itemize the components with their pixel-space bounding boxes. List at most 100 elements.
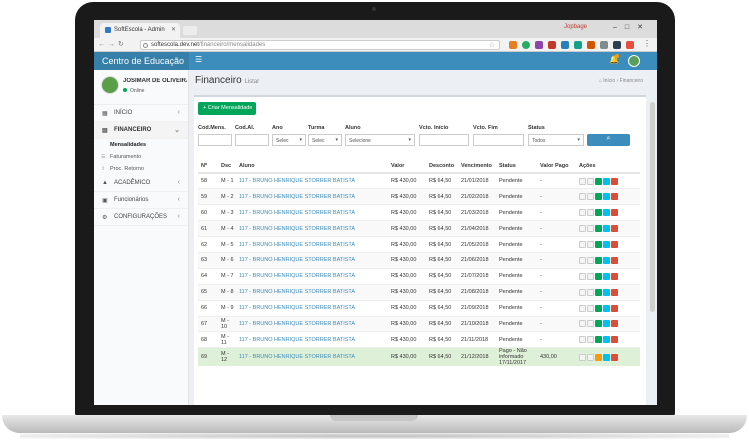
vcto-fim-input[interactable] [473,134,524,146]
cell-aluno[interactable]: 117 - BRUNO HENRIQUE STORRER BATISTA [236,220,388,237]
table-row[interactable]: 60 M - 3 117 - BRUNO HENRIQUE STORRER BATI… [198,204,640,221]
turma-select[interactable]: Selec ▾ [308,134,342,146]
extension-icon[interactable] [535,41,543,49]
edit-icon[interactable] [603,225,610,233]
delete-icon[interactable] [611,320,618,328]
money-icon[interactable] [595,256,602,264]
table-row[interactable]: 66 M - 9 117 - BRUNO HENRIQUE STORRER BATI… [198,299,640,317]
extension-icon[interactable] [509,41,517,49]
cod-mens-input[interactable] [198,134,232,146]
delete-icon[interactable] [611,288,618,296]
document-icon[interactable] [579,288,586,296]
new-tab-button[interactable] [183,26,197,35]
sidebar-item-configuracoes[interactable]: ⚙ CONFIGURAÇÕES ‹ [94,209,188,226]
cell-aluno[interactable]: 117 - BRUNO HENRIQUE STORRER BATISTA [236,204,388,221]
table-row[interactable]: 64 M - 7 117 - BRUNO HENRIQUE STORRER BATI… [198,267,640,285]
avatar[interactable] [628,55,640,67]
cell-aluno[interactable]: 117 - BRUNO HENRIQUE STORRER BATISTA [236,251,388,269]
delete-icon[interactable] [611,193,618,201]
list-icon[interactable] [587,256,594,264]
document-icon[interactable] [579,320,586,328]
breadcrumb-home[interactable]: Início [603,78,615,84]
cell-aluno[interactable]: 117 - BRUNO HENRIQUE STORRER BATISTA [236,267,388,285]
extension-icon[interactable] [626,41,634,49]
table-row[interactable]: 59 M - 2 117 - BRUNO HENRIQUE STORRER BATI… [198,188,640,205]
ano-select[interactable]: Selec ▾ [272,134,306,146]
delete-icon[interactable] [611,209,618,217]
extension-icon[interactable] [613,41,621,49]
edit-icon[interactable] [603,304,610,312]
close-icon[interactable]: ✕ [171,26,176,33]
money-icon[interactable] [595,241,602,248]
cell-aluno[interactable]: 117 - BRUNO HENRIQUE STORRER BATISTA [236,236,388,253]
aluno-select[interactable]: Selecione ▾ [345,134,415,146]
money-icon[interactable] [595,304,602,312]
nav-buttons[interactable]: ←→↻ [98,40,127,48]
edit-icon[interactable] [603,272,610,280]
list-icon[interactable] [587,241,594,248]
money-icon[interactable] [595,193,602,201]
sidebar-item-funcionarios[interactable]: ▣ Funcionários ‹ [94,192,188,209]
table-row[interactable]: 58 M - 1 117 - BRUNO HENRIQUE STORRER BATI… [198,172,640,189]
list-icon[interactable] [587,304,594,312]
edit-icon[interactable] [603,241,610,248]
document-icon[interactable] [579,304,586,312]
sidebar-subitem-proc-retorno[interactable]: ⇪ Proc. Retorno [94,163,188,175]
document-icon[interactable] [579,336,586,344]
list-icon[interactable] [587,209,594,217]
edit-icon[interactable] [603,320,610,328]
extension-icon[interactable] [574,41,582,49]
list-icon[interactable] [587,353,594,361]
delete-icon[interactable] [611,336,618,344]
list-icon[interactable] [587,177,594,185]
cell-aluno[interactable]: 117 - BRUNO HENRIQUE STORRER BATISTA [236,315,388,332]
document-icon[interactable] [579,225,586,233]
extension-icon[interactable] [600,41,608,49]
document-icon[interactable] [579,209,586,217]
hamburger-icon[interactable]: ☰ [195,55,202,64]
create-mensalidade-button[interactable]: + Criar Mensalidade [198,102,256,115]
window-controls[interactable]: –□✕ [613,23,651,31]
document-icon[interactable] [579,177,586,185]
table-row[interactable]: 61 M - 4 117 - BRUNO HENRIQUE STORRER BATI… [198,220,640,237]
sidebar-subitem-mensalidades[interactable]: Mensalidades [94,139,188,151]
document-icon[interactable] [579,193,586,201]
cell-aluno[interactable]: 117 - BRUNO HENRIQUE STORRER BATISTA [236,283,388,301]
table-row[interactable]: 63 M - 6 117 - BRUNO HENRIQUE STORRER BATI… [198,251,640,269]
delete-icon[interactable] [611,177,618,185]
table-row[interactable]: 62 M - 5 117 - BRUNO HENRIQUE STORRER BATI… [198,236,640,253]
menu-icon[interactable]: ⋮ [643,39,651,48]
delete-icon[interactable] [611,225,618,233]
money-icon[interactable] [595,336,602,344]
sidebar-item-inicio[interactable]: ▦ INÍCIO ‹ [94,105,188,122]
extension-icon[interactable] [548,41,556,49]
money-icon[interactable] [595,272,602,280]
extension-icon[interactable] [587,41,595,49]
list-icon[interactable] [587,320,594,328]
edit-icon[interactable] [603,336,610,344]
delete-icon[interactable] [611,256,618,264]
document-icon[interactable] [579,241,586,248]
cod-al-input[interactable] [235,134,269,146]
sidebar-item-financeiro[interactable]: ▤ FINANCEIRO ⌄ [94,122,188,139]
list-icon[interactable] [587,225,594,233]
cell-aluno[interactable]: 117 - BRUNO HENRIQUE STORRER BATISTA [236,331,388,348]
cell-aluno[interactable]: 117 - BRUNO HENRIQUE STORRER BATISTA [236,172,388,189]
edit-icon[interactable] [603,209,610,217]
money-icon[interactable] [595,177,602,185]
receipt-icon[interactable] [595,353,602,361]
delete-icon[interactable] [611,304,618,312]
browser-tab[interactable]: SoftEscola - Admin ✕ [100,23,180,38]
cell-aluno[interactable]: 117 - BRUNO HENRIQUE STORRER BATISTA [236,299,388,317]
scrollbar[interactable] [650,102,655,312]
sidebar-subitem-faturamento[interactable]: ☰ Faturamento [94,151,188,163]
list-icon[interactable] [587,272,594,280]
edit-icon[interactable] [603,353,610,361]
star-icon[interactable]: ☆ [489,41,495,49]
delete-icon[interactable] [611,241,618,248]
edit-icon[interactable] [603,177,610,185]
vcto-inicio-input[interactable] [419,134,469,146]
document-icon[interactable] [579,256,586,264]
list-icon[interactable] [587,193,594,201]
cell-aluno[interactable]: 117 - BRUNO HENRIQUE STORRER BATISTA [236,347,388,367]
